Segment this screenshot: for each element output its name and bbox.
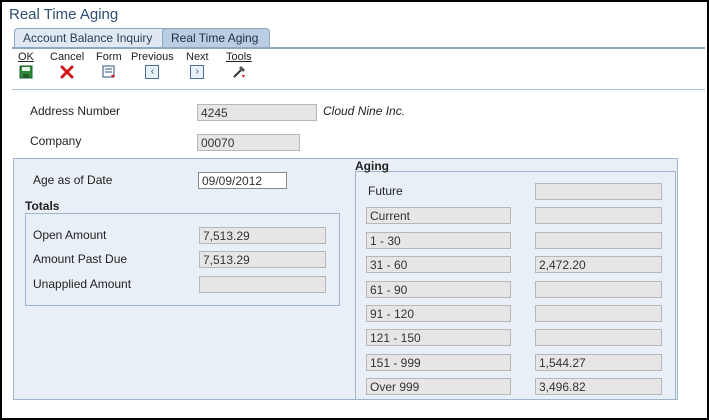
tab-account-balance-inquiry[interactable]: Account Balance Inquiry	[14, 28, 173, 48]
next-glyph: ›	[190, 65, 205, 79]
save-icon	[19, 65, 33, 79]
aging-bucket-label: 1 - 30	[366, 232, 511, 249]
address-number-label: Address Number	[30, 104, 121, 118]
aging-bucket-label: 91 - 120	[366, 305, 511, 322]
age-as-of-date-input[interactable]: 09/09/2012	[198, 172, 287, 189]
ok-label: OK	[18, 51, 34, 63]
age-as-of-date-label: Age as of Date	[33, 173, 113, 187]
amount-past-due-field: 7,513.29	[199, 251, 326, 268]
form-icon	[102, 65, 116, 79]
aging-bucket-amount: 2,472.20	[535, 256, 662, 273]
aging-future-label: Future	[368, 184, 403, 198]
aging-bucket-label: 151 - 999	[366, 354, 511, 371]
previous-button[interactable]: Previous ‹	[131, 51, 174, 79]
chevron-right-icon: ›	[190, 65, 205, 79]
close-icon	[60, 65, 74, 79]
form-menu-button[interactable]: Form	[96, 51, 122, 79]
aging-bucket-amount: 1,544.27	[535, 354, 662, 371]
address-number-field: 4245	[197, 104, 317, 121]
next-label: Next	[186, 51, 209, 63]
tools-label: Tools	[226, 51, 252, 63]
window-title: Real Time Aging	[9, 6, 119, 23]
aging-bucket-amount	[535, 329, 662, 346]
tools-menu-button[interactable]: Tools	[226, 51, 252, 79]
aging-bucket-amount: 3,496.82	[535, 378, 662, 395]
aging-bucket-amount	[535, 305, 662, 322]
tab-real-time-aging[interactable]: Real Time Aging	[162, 28, 270, 48]
amount-past-due-label: Amount Past Due	[33, 252, 128, 266]
tools-icon	[232, 65, 246, 79]
chevron-left-icon: ‹	[145, 65, 160, 79]
totals-title: Totals	[25, 199, 60, 213]
open-amount-field: 7,513.29	[199, 227, 326, 244]
address-name: Cloud Nine Inc.	[323, 104, 406, 118]
aging-bucket-amount	[535, 281, 662, 298]
company-field: 00070	[197, 134, 300, 151]
aging-bucket-amount	[535, 232, 662, 249]
previous-label: Previous	[131, 51, 174, 63]
aging-bucket-label: Over 999	[366, 378, 511, 395]
aging-bucket-label: Current	[366, 207, 511, 224]
toolbar: OK Cancel Form Previous ‹ Next › Tools	[12, 49, 705, 90]
aging-bucket-label: 121 - 150	[366, 329, 511, 346]
open-amount-label: Open Amount	[33, 228, 107, 242]
ok-button[interactable]: OK	[18, 51, 34, 79]
company-label: Company	[30, 134, 82, 148]
unapplied-amount-label: Unapplied Amount	[33, 277, 132, 291]
next-button[interactable]: Next ›	[186, 51, 209, 79]
aging-bucket-label: 61 - 90	[366, 281, 511, 298]
unapplied-amount-field	[199, 276, 326, 293]
aging-bucket-amount	[535, 207, 662, 224]
aging-bucket-label: 31 - 60	[366, 256, 511, 273]
aging-future-amount	[535, 183, 662, 200]
form-label: Form	[96, 51, 122, 63]
cancel-label: Cancel	[50, 51, 85, 63]
previous-glyph: ‹	[145, 65, 160, 79]
cancel-button[interactable]: Cancel	[50, 51, 84, 79]
aging-title: Aging	[355, 159, 389, 173]
